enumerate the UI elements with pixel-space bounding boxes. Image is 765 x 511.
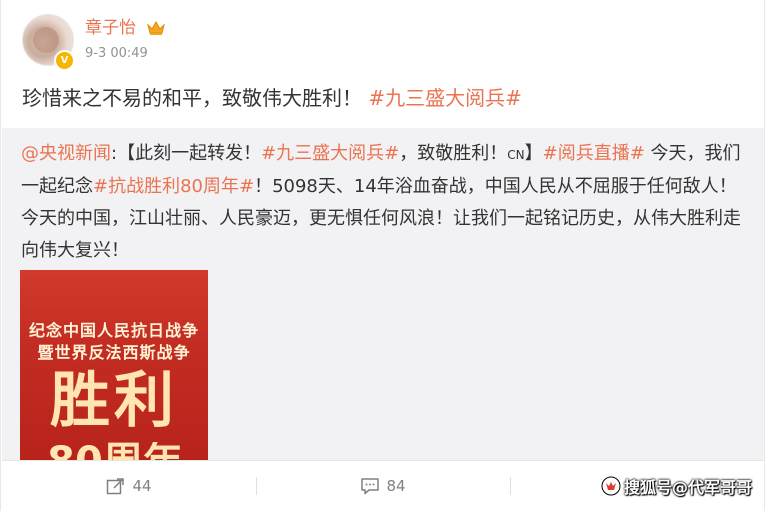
divider <box>510 477 511 495</box>
comment-count: 84 <box>386 477 406 495</box>
repost-text: @央视新闻:【此刻一起转发！#九三盛大阅兵#，致敬胜利！CN】#阅兵直播# 今天… <box>21 138 749 267</box>
username[interactable]: 章子怡 <box>85 17 136 39</box>
watermark-text: 搜狐号@代军哥哥 <box>623 478 752 497</box>
comment-bubble-icon <box>361 478 380 495</box>
share-arrow-icon <box>107 478 125 495</box>
post-text-plain: 珍惜来之不易的和平，致敬伟大胜利！ <box>22 86 362 110</box>
cn-badge: CN <box>507 148 525 162</box>
image-caption-line-2: 暨世界反法西斯战争 <box>37 343 191 362</box>
repost-hashtag-parade[interactable]: #九三盛大阅兵# <box>261 143 399 164</box>
comment-button[interactable]: 84 <box>256 461 510 511</box>
image-headline: 胜利 <box>50 366 178 436</box>
repost-image[interactable]: 纪念中国人民抗日战争 暨世界反法西斯战争 胜利 80周年 <box>20 270 208 460</box>
watermark: 搜狐号@代军哥哥 <box>601 474 752 498</box>
repost-hashtag-live[interactable]: #阅兵直播# <box>543 143 645 164</box>
image-caption-line-1: 纪念中国人民抗日战争 <box>28 321 199 340</box>
post-timestamp[interactable]: 9-3 00:49 <box>85 45 148 63</box>
avatar-photo <box>33 27 59 53</box>
post-text: 珍惜来之不易的和平，致敬伟大胜利！ #九三盛大阅兵# <box>22 84 522 112</box>
repost-button[interactable]: 44 <box>2 461 256 511</box>
repost-hashtag-anniversary[interactable]: #抗战胜利80周年# <box>93 176 254 197</box>
sohu-fox-icon <box>601 476 621 496</box>
action-bar: 44 84 搜狐号@代军哥哥 <box>2 460 764 511</box>
repost-block: @央视新闻:【此刻一起转发！#九三盛大阅兵#，致敬胜利！CN】#阅兵直播# 今天… <box>2 128 764 460</box>
image-headline-partial: 80周年 <box>40 442 190 460</box>
repost-author-link[interactable]: @央视新闻 <box>21 143 111 164</box>
repost-segment-1: 【此刻一起转发！ <box>117 143 262 164</box>
crown-icon[interactable] <box>147 20 165 36</box>
repost-count: 44 <box>132 477 152 495</box>
weibo-post: V 章子怡 9-3 00:49 珍惜来之不易的和平，致敬伟大胜利！ #九三盛大阅… <box>0 0 765 511</box>
post-hashtag[interactable]: #九三盛大阅兵# <box>368 86 522 110</box>
repost-segment-2: ，致敬胜利！ <box>399 143 508 164</box>
verified-icon: V <box>54 50 75 71</box>
repost-segment-3: 】 <box>524 143 543 164</box>
